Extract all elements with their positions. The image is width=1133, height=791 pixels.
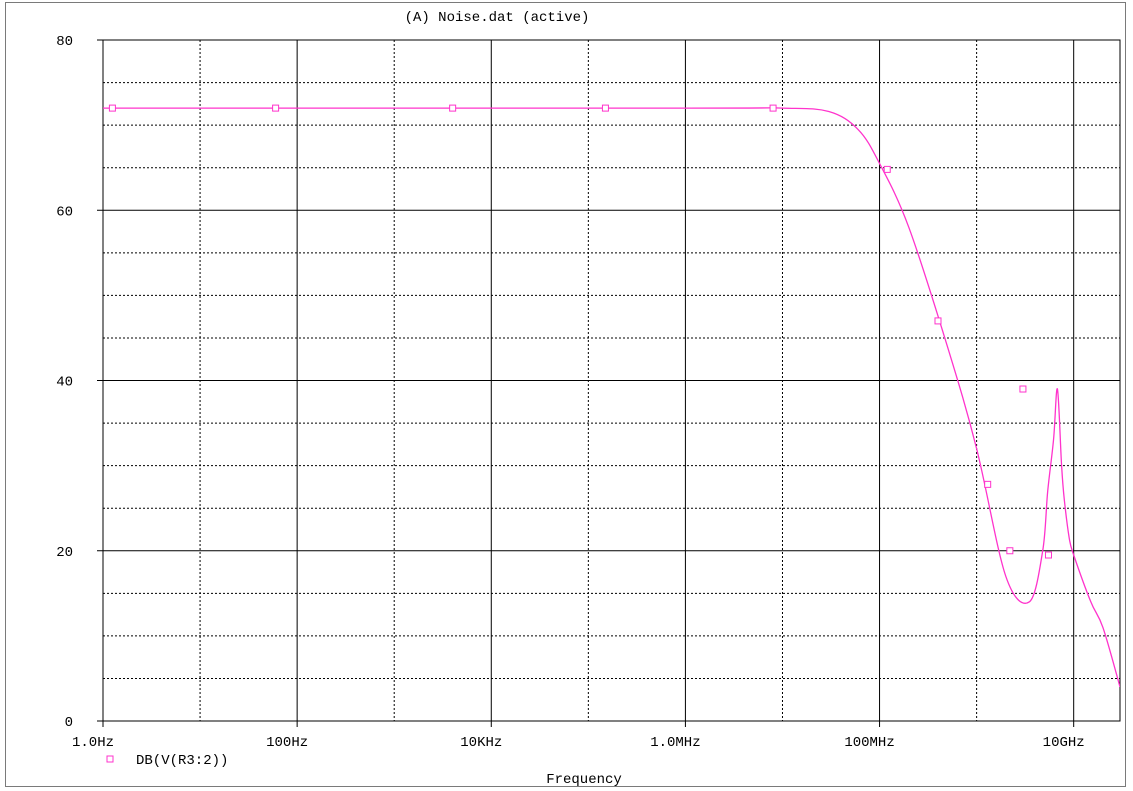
data-point-marker	[934, 317, 942, 325]
grid	[102, 39, 1120, 722]
legend-marker-icon	[106, 755, 114, 763]
data-point-marker	[984, 480, 992, 488]
data-point-marker	[1019, 385, 1027, 393]
x-tick-label: 1.0MHz	[650, 735, 700, 751]
noise-chart: (A) Noise.dat (active) 0 20 40 60 80 1.0Hz 10…	[56, 10, 1121, 788]
y-tick-label: 0	[65, 715, 73, 731]
x-tick-label: 100Hz	[266, 735, 308, 751]
x-axis: 1.0Hz 100Hz 10KHz 1.0MHz 100MHz 10GHz	[72, 721, 1085, 751]
data-point-marker	[883, 165, 891, 173]
chart-title: (A) Noise.dat (active)	[405, 10, 590, 26]
legend: DB(V(R3:2))	[106, 753, 228, 769]
data-point-marker	[272, 104, 280, 112]
data-point-marker	[601, 104, 609, 112]
x-axis-label: Frequency	[546, 772, 622, 788]
x-tick-label: 100MHz	[844, 735, 894, 751]
y-tick-label: 80	[56, 34, 73, 50]
data-point-marker	[108, 104, 116, 112]
x-tick-label: 10GHz	[1043, 735, 1085, 751]
data-point-marker	[769, 104, 777, 112]
y-tick-label: 60	[56, 204, 73, 220]
y-axis: 0 20 40 60 80	[56, 34, 103, 731]
x-tick-label: 1.0Hz	[72, 735, 114, 751]
series-group	[103, 104, 1120, 688]
y-tick-label: 20	[56, 545, 73, 561]
legend-label: DB(V(R3:2))	[136, 753, 228, 769]
x-tick-label: 10KHz	[460, 735, 502, 751]
data-point-marker	[449, 104, 457, 112]
y-tick-label: 40	[56, 375, 73, 391]
series-line	[103, 107, 1120, 688]
data-point-marker	[1044, 551, 1052, 559]
data-point-marker	[1006, 547, 1014, 555]
